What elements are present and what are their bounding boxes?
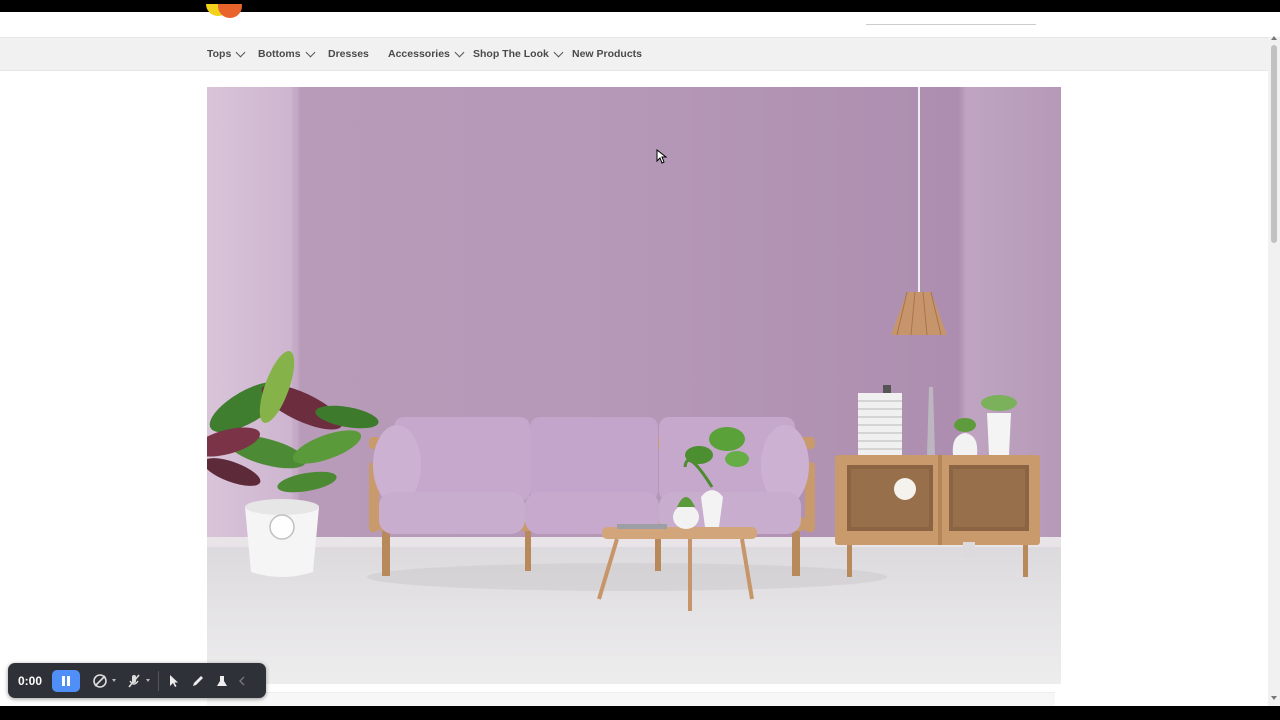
header-search-underline (866, 24, 1036, 25)
nav-item-label: Tops (207, 48, 232, 60)
chevron-down-icon (553, 47, 564, 57)
pause-button[interactable] (52, 669, 80, 692)
bottom-black-bar (0, 706, 1280, 720)
pause-icon (62, 675, 70, 686)
content-strip (207, 692, 1055, 706)
nav-item-dresses[interactable]: Dresses (328, 48, 369, 60)
nav-item-label: Accessories (388, 48, 450, 60)
living-room-banner-image (207, 87, 1061, 684)
nav-item-label: Bottoms (258, 48, 301, 60)
collapse-icon (239, 676, 245, 685)
scroll-up-arrow-icon[interactable] (1271, 36, 1277, 40)
nav-item-new-products[interactable]: New Products (572, 48, 642, 60)
scrollbar-thumb[interactable] (1271, 45, 1277, 243)
nav-item-label: Dresses (328, 48, 369, 60)
chevron-down-icon (235, 47, 246, 57)
hero-banner[interactable] (207, 87, 1061, 684)
caret-down-icon (146, 678, 150, 682)
top-black-bar (0, 0, 1280, 12)
camera-toggle-button[interactable] (86, 670, 116, 692)
collapse-toolbar-button[interactable] (235, 670, 249, 692)
mouse-pointer-icon (656, 149, 668, 164)
nav-item-label: Shop The Look (473, 48, 549, 60)
site-header (0, 4, 1268, 37)
scroll-down-arrow-icon[interactable] (1271, 696, 1277, 700)
pen-tool-button[interactable] (187, 670, 209, 692)
nav-item-tops[interactable]: Tops (207, 47, 246, 60)
nav-item-bottoms[interactable]: Bottoms (258, 47, 316, 60)
camera-off-icon (93, 673, 107, 688)
nav-item-label: New Products (572, 48, 643, 60)
pointer-tool-button[interactable] (163, 670, 185, 692)
recording-timer: 0:00 (18, 673, 43, 688)
chevron-down-icon (305, 47, 316, 57)
page-scrollbar[interactable] (1268, 36, 1280, 706)
chevron-down-icon (454, 47, 465, 57)
pen-icon (193, 675, 203, 686)
screen: Tops Bottoms Dresses Accessories Shop Th… (0, 0, 1280, 720)
brand-logo[interactable] (206, 4, 242, 20)
microphone-toggle-button[interactable] (120, 670, 150, 692)
main-navigation: Tops Bottoms Dresses Accessories Shop Th… (0, 37, 1268, 71)
screen-recorder-toolbar: 0:00 (8, 663, 266, 698)
nav-item-shop-the-look[interactable]: Shop The Look (473, 47, 564, 60)
pointer-icon (170, 674, 178, 687)
toolbar-divider (158, 670, 159, 691)
nav-item-accessories[interactable]: Accessories (388, 47, 465, 60)
mic-off-icon (128, 673, 140, 688)
eraser-tool-button[interactable] (211, 670, 233, 692)
eraser-icon (217, 675, 227, 686)
caret-down-icon (112, 678, 116, 682)
